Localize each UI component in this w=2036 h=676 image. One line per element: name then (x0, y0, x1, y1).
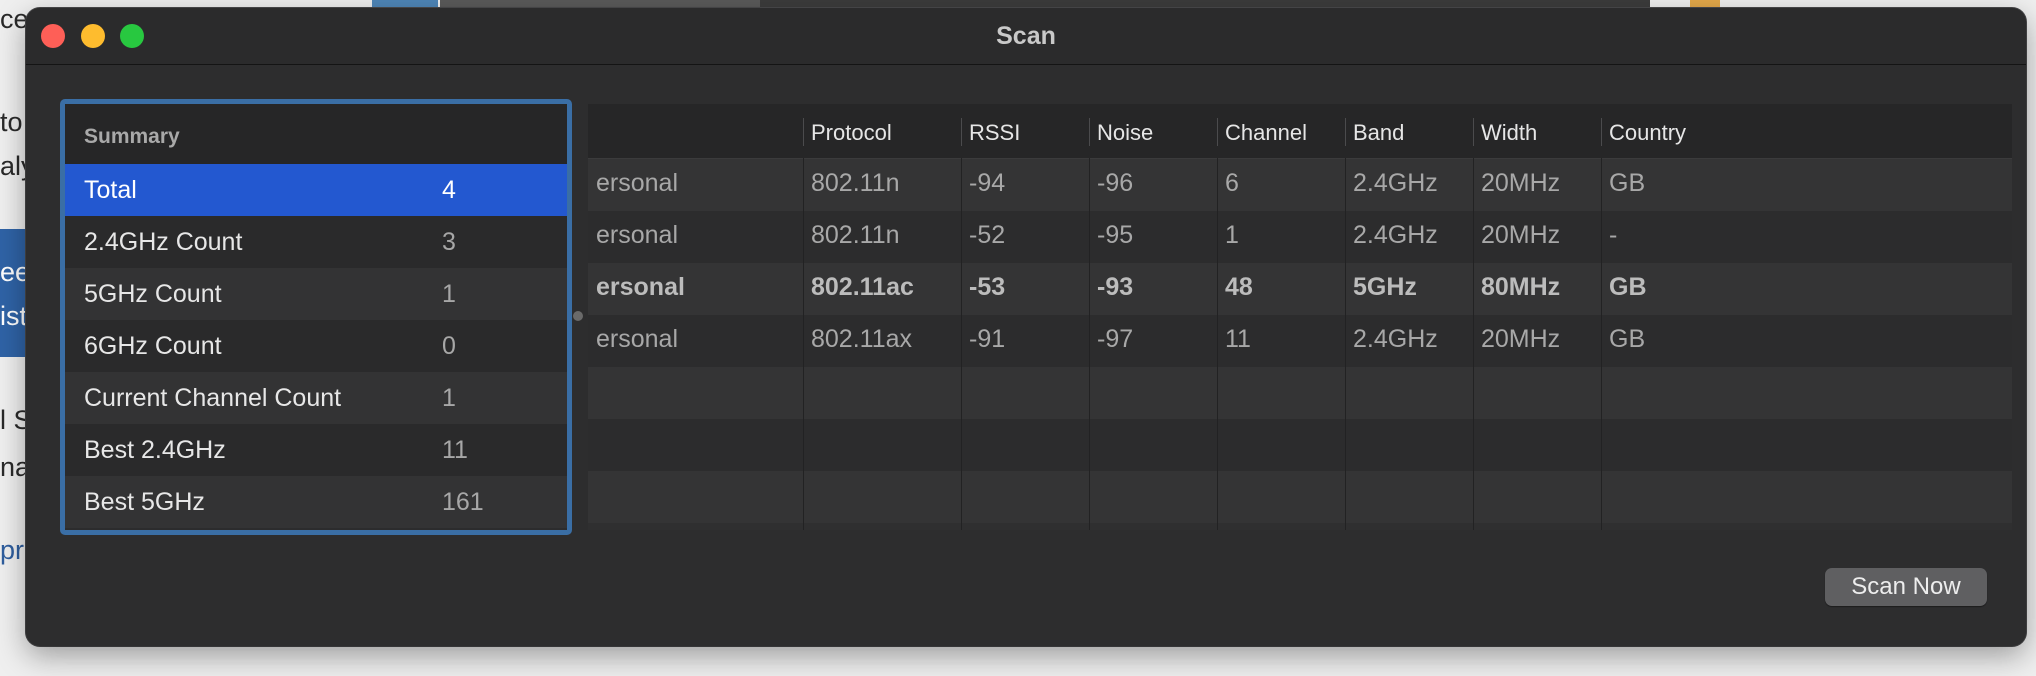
summary-value: 161 (442, 488, 484, 516)
cell-noise: -97 (1097, 325, 1134, 353)
cell-width: 80MHz (1481, 273, 1561, 301)
summary-row-current-channel-count[interactable]: Current Channel Count 1 (65, 372, 567, 424)
table-row[interactable]: ersonal 802.11n -94 -96 6 2.4GHz 20MHz G… (588, 159, 2012, 211)
summary-label: 5GHz Count (84, 280, 222, 308)
grid-line (961, 158, 962, 530)
cell-protocol: 802.11n (811, 221, 900, 249)
cell-country: GB (1609, 325, 1646, 353)
cell-security: ersonal (596, 169, 678, 197)
grid-line (1089, 158, 1090, 530)
column-header-width[interactable]: Width (1473, 104, 1601, 158)
summary-row-6ghz-count[interactable]: 6GHz Count 0 (65, 320, 567, 372)
summary-title: Summary (84, 125, 180, 148)
cell-rssi: -91 (969, 325, 1006, 353)
summary-label: Current Channel Count (84, 384, 342, 412)
summary-label: Best 5GHz (84, 488, 205, 516)
column-header-country[interactable]: Country (1601, 104, 1729, 158)
background-text: ces (0, 4, 26, 34)
cell-width: 20MHz (1481, 325, 1561, 353)
cell-band: 5GHz (1353, 273, 1417, 301)
cell-band: 2.4GHz (1353, 221, 1438, 249)
cell-security: ersonal (596, 273, 685, 301)
cell-rssi: -53 (969, 273, 1006, 301)
cell-channel: 6 (1225, 169, 1239, 197)
summary-table[interactable]: Summary Total 4 2.4GHz Count 3 5GHz Coun… (60, 99, 572, 535)
cell-noise: -95 (1097, 221, 1134, 249)
background-banner-text: ist (0, 301, 26, 331)
grid-line (1601, 158, 1602, 530)
grid-line (1345, 158, 1346, 530)
cell-security: ersonal (596, 221, 678, 249)
summary-label: Best 2.4GHz (84, 436, 226, 464)
summary-row-5ghz-count[interactable]: 5GHz Count 1 (65, 268, 567, 320)
empty-table-row (588, 367, 2012, 419)
background-banner: ee ist (0, 229, 26, 357)
cell-rssi: -52 (969, 221, 1006, 249)
column-header-band[interactable]: Band (1345, 104, 1473, 158)
cell-protocol: 802.11n (811, 169, 900, 197)
summary-value: 4 (442, 176, 456, 204)
scan-now-button[interactable]: Scan Now (1825, 568, 1987, 606)
background-banner-text: ee (0, 257, 26, 287)
table-row-current-network[interactable]: ersonal 802.11ac -53 -93 48 5GHz 80MHz G… (588, 263, 2012, 315)
cell-band: 2.4GHz (1353, 169, 1438, 197)
cell-width: 20MHz (1481, 221, 1561, 249)
column-header-rssi[interactable]: RSSI (961, 104, 1089, 158)
background-text: na (0, 452, 26, 482)
background-text: l S (0, 405, 26, 435)
summary-label: 2.4GHz Count (84, 228, 243, 256)
split-view-handle[interactable] (573, 311, 583, 321)
grid-line (1473, 158, 1474, 530)
cell-rssi: -94 (969, 169, 1006, 197)
cell-band: 2.4GHz (1353, 325, 1438, 353)
background-image-strip (1690, 0, 1720, 8)
table-row[interactable]: ersonal 802.11ax -91 -97 11 2.4GHz 20MHz… (588, 315, 2012, 367)
summary-row-best-24ghz[interactable]: Best 2.4GHz 11 (65, 424, 567, 476)
cell-country: GB (1609, 169, 1646, 197)
empty-table-row (588, 419, 2012, 471)
summary-label: 6GHz Count (84, 332, 222, 360)
column-header-noise[interactable]: Noise (1089, 104, 1217, 158)
background-image-strip (440, 0, 760, 8)
grid-line (1217, 158, 1218, 530)
cell-channel: 11 (1225, 325, 1251, 353)
background-text: to (0, 107, 23, 137)
summary-row-best-5ghz[interactable]: Best 5GHz 161 (65, 476, 567, 528)
title-bar[interactable]: Scan (26, 8, 2026, 65)
cell-noise: -96 (1097, 169, 1134, 197)
summary-value: 0 (442, 332, 456, 360)
cell-width: 20MHz (1481, 169, 1561, 197)
cell-protocol: 802.11ac (811, 273, 914, 301)
summary-row-24ghz-count[interactable]: 2.4GHz Count 3 (65, 216, 567, 268)
cell-channel: 48 (1225, 273, 1253, 301)
summary-value: 1 (442, 384, 456, 412)
cell-country: - (1609, 221, 1618, 249)
cell-protocol: 802.11ax (811, 325, 913, 353)
cell-channel: 1 (1225, 221, 1239, 249)
column-header-protocol[interactable]: Protocol (803, 104, 961, 158)
empty-table-row (588, 471, 2012, 523)
table-row[interactable]: ersonal 802.11n -52 -95 1 2.4GHz 20MHz - (588, 211, 2012, 263)
background-image-strip (760, 0, 1650, 8)
cell-noise: -93 (1097, 273, 1134, 301)
summary-value: 3 (442, 228, 456, 256)
summary-header: Summary (65, 104, 567, 164)
scan-window: Scan Protocol RSSI Noise Channel Band Wi… (26, 8, 2026, 646)
background-image-strip (372, 0, 438, 8)
column-header-channel[interactable]: Channel (1217, 104, 1345, 158)
column-header-security[interactable] (588, 104, 803, 158)
background-text: aly (0, 151, 26, 181)
window-title: Scan (996, 22, 1056, 50)
summary-value: 1 (442, 280, 456, 308)
summary-value: 11 (442, 436, 468, 464)
cell-country: GB (1609, 273, 1647, 301)
background-link[interactable]: pro (0, 535, 26, 566)
grid-line (803, 158, 804, 530)
networks-table[interactable]: Protocol RSSI Noise Channel Band Width C… (588, 104, 2012, 530)
summary-row-total[interactable]: Total 4 (65, 164, 567, 216)
cell-security: ersonal (596, 325, 678, 353)
table-header: Protocol RSSI Noise Channel Band Width C… (588, 104, 2012, 159)
summary-label: Total (84, 176, 137, 204)
